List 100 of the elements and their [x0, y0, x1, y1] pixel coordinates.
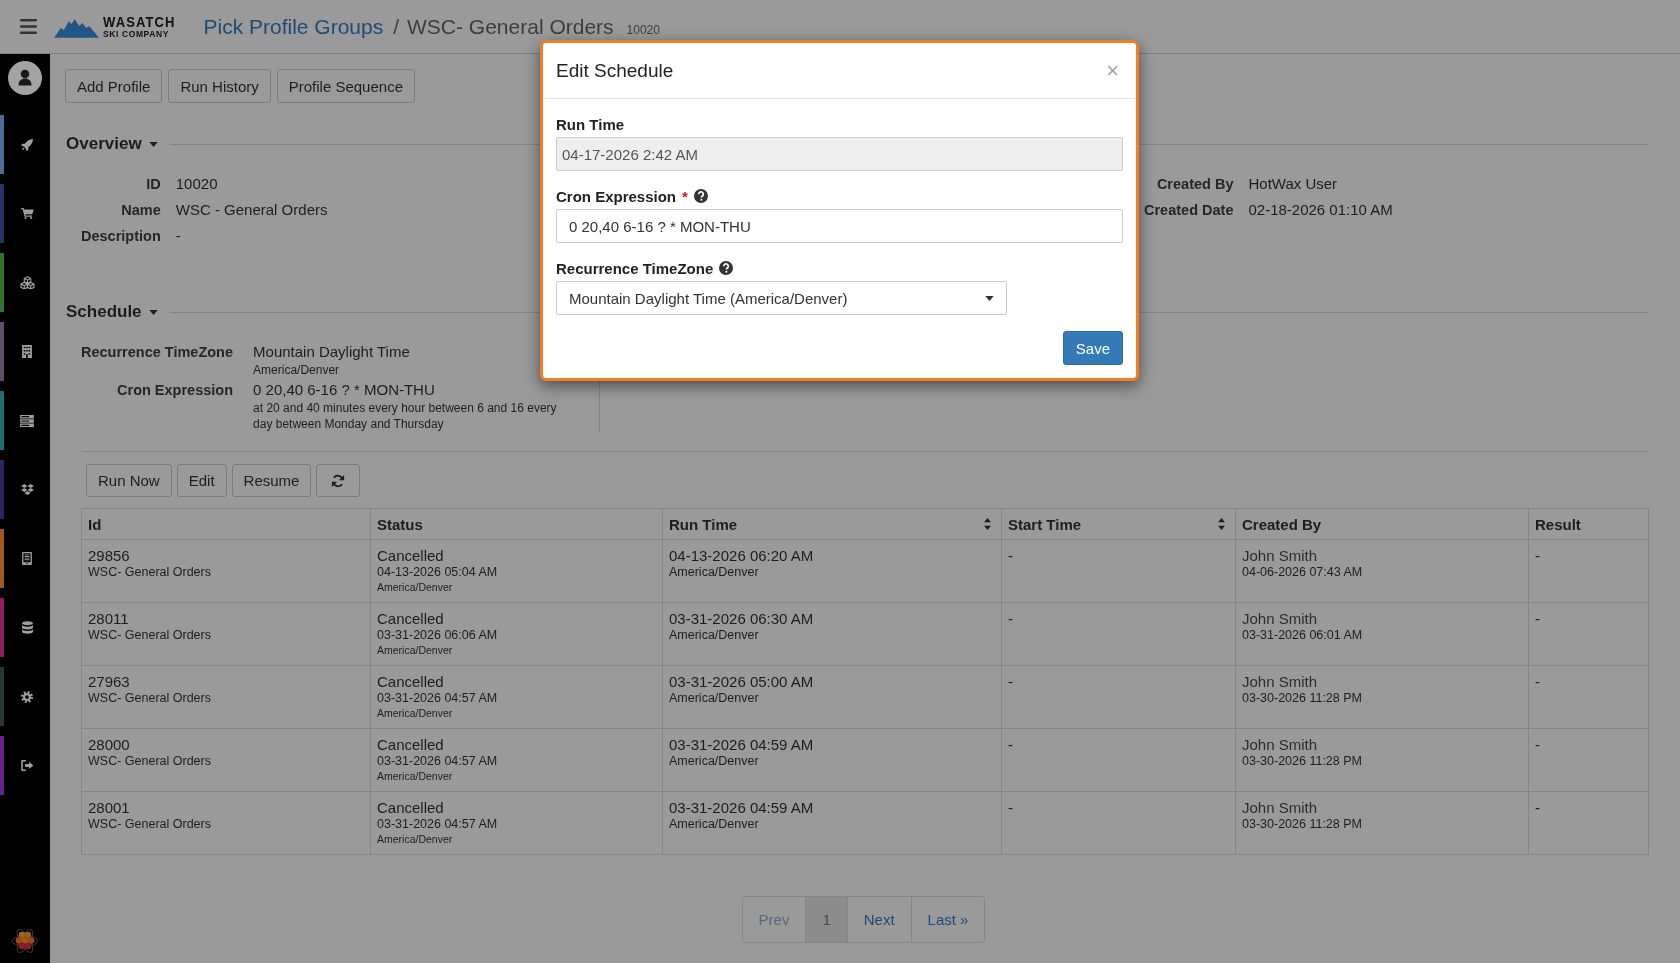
tablet-icon[interactable]: [22, 552, 32, 565]
status-text: Cancelled: [377, 672, 444, 691]
text-field[interactable]: 0 20,40 6-16 ? * MON-THU: [556, 209, 1123, 243]
time-zone: America/Denver: [377, 580, 453, 595]
action-button[interactable]: Resume: [231, 464, 312, 497]
page-title: WSC- General Orders: [407, 14, 614, 39]
run-time: 03-31-2026 05:00 AM: [669, 672, 814, 691]
created-date: 03-30-2026 11:28 PM: [1242, 754, 1362, 769]
profile-name: WSC- General Orders: [88, 628, 211, 643]
created-by: John Smith: [1242, 798, 1318, 817]
menu-icon[interactable]: [20, 19, 37, 34]
server-icon[interactable]: [20, 414, 34, 427]
start-time: -: [1008, 798, 1013, 817]
start-time: -: [1008, 735, 1013, 754]
building-icon[interactable]: [22, 345, 32, 358]
cart-icon[interactable]: [20, 208, 34, 219]
result-text: -: [1535, 798, 1540, 817]
field-value: 0 20,40 6-16 ? * MON-THU: [253, 380, 435, 400]
time-zone: America/Denver: [377, 706, 453, 721]
section-toggle[interactable]: Schedule: [66, 302, 158, 322]
help-icon[interactable]: [693, 189, 708, 203]
help-icon[interactable]: [719, 261, 734, 275]
section-toggle[interactable]: Overview: [66, 134, 158, 154]
start-time: -: [1008, 672, 1013, 691]
run-time: 03-31-2026 04:59 AM: [669, 798, 814, 817]
breadcrumb-separator: /: [393, 14, 400, 39]
field-note: America/Denver: [253, 362, 340, 378]
logo-title: WASATCH: [103, 13, 176, 29]
field-note: at 20 and 40 minutes every hour between 6 and 16 every day between Monday and Thursday: [253, 400, 558, 432]
action-button[interactable]: Edit: [176, 464, 227, 497]
toolbar-button[interactable]: Run History: [168, 69, 271, 103]
breadcrumb-link[interactable]: Pick Profile Groups: [203, 14, 384, 39]
column-header: Id: [81, 508, 371, 540]
column-header[interactable]: Start Time: [1001, 508, 1236, 540]
field-value: WSC - General Orders: [175, 200, 328, 220]
status-time: 04-13-2026 05:04 AM: [377, 565, 498, 580]
run-id: 29856: [88, 546, 130, 565]
status-time: 03-31-2026 06:06 AM: [377, 628, 498, 643]
atom-logo-icon: [11, 927, 39, 955]
field-value: Mountain Daylight Time: [253, 342, 410, 362]
refresh-button[interactable]: [316, 464, 361, 497]
profile-name: WSC- General Orders: [88, 565, 211, 580]
run-time: 04-13-2026 06:20 AM: [669, 546, 814, 565]
time-zone: America/Denver: [669, 628, 759, 643]
created-by: John Smith: [1242, 546, 1318, 565]
cubes-icon[interactable]: [19, 276, 35, 289]
logout-icon[interactable]: [20, 760, 34, 771]
column-header: Result: [1528, 508, 1649, 540]
avatar-icon[interactable]: [8, 61, 42, 95]
run-id: 28011: [88, 609, 129, 628]
action-button[interactable]: Run Now: [86, 464, 172, 497]
profile-name: WSC- General Orders: [88, 754, 211, 769]
rocket-icon[interactable]: [21, 138, 33, 151]
result-text: -: [1535, 546, 1540, 565]
select-field[interactable]: Mountain Daylight Time (America/Denver): [556, 281, 1007, 315]
modal-title: Edit Schedule: [556, 59, 674, 82]
required-mark: *: [682, 187, 688, 205]
result-text: -: [1535, 672, 1540, 691]
field-label: Created By: [1155, 175, 1234, 194]
field-label: Description: [81, 227, 161, 246]
field-value: 02-18-2026 01:10 AM: [1248, 200, 1393, 220]
logo-subtitle: SKI COMPANY: [103, 29, 170, 39]
sort-icon[interactable]: [1218, 518, 1225, 530]
status-time: 03-31-2026 04:57 AM: [377, 754, 498, 769]
status-time: 03-31-2026 04:57 AM: [377, 817, 498, 832]
status-text: Cancelled: [377, 735, 444, 754]
run-id: 28001: [88, 798, 130, 817]
status-text: Cancelled: [377, 609, 444, 628]
caret-icon: [985, 295, 994, 301]
field-label: Name: [120, 201, 161, 220]
page-id: 10020: [626, 23, 660, 38]
field-label: Recurrence TimeZone: [81, 343, 234, 362]
diamonds-icon[interactable]: [20, 483, 34, 496]
time-zone: America/Denver: [377, 643, 453, 658]
field-value: 10020: [175, 174, 218, 194]
page-link[interactable]: Last »: [910, 897, 985, 942]
created-by: John Smith: [1242, 735, 1318, 754]
field-value: HotWax User: [1248, 174, 1338, 194]
caret-icon: [148, 141, 158, 147]
created-date: 03-30-2026 11:28 PM: [1242, 691, 1362, 706]
field-label: ID: [145, 175, 161, 194]
time-zone: America/Denver: [377, 832, 453, 847]
column-header[interactable]: Run Time: [662, 508, 1002, 540]
field-label: Cron Expression: [116, 381, 234, 400]
profile-name: WSC- General Orders: [88, 691, 211, 706]
run-id: 28000: [88, 735, 130, 754]
save-button[interactable]: Save: [1062, 331, 1123, 365]
result-text: -: [1535, 609, 1540, 628]
database-icon[interactable]: [21, 621, 33, 634]
start-time: -: [1008, 546, 1013, 565]
column-header: Created By: [1235, 508, 1529, 540]
toolbar-button[interactable]: Add Profile: [65, 69, 163, 103]
result-text: -: [1535, 735, 1540, 754]
refresh-icon: [331, 473, 346, 488]
sort-icon[interactable]: [984, 518, 991, 530]
profile-name: WSC- General Orders: [88, 817, 211, 832]
created-date: 03-30-2026 11:28 PM: [1242, 817, 1362, 832]
created-date: 03-31-2026 06:01 AM: [1242, 628, 1363, 643]
gear-icon[interactable]: [21, 690, 33, 703]
toolbar-button[interactable]: Profile Sequence: [276, 69, 415, 103]
